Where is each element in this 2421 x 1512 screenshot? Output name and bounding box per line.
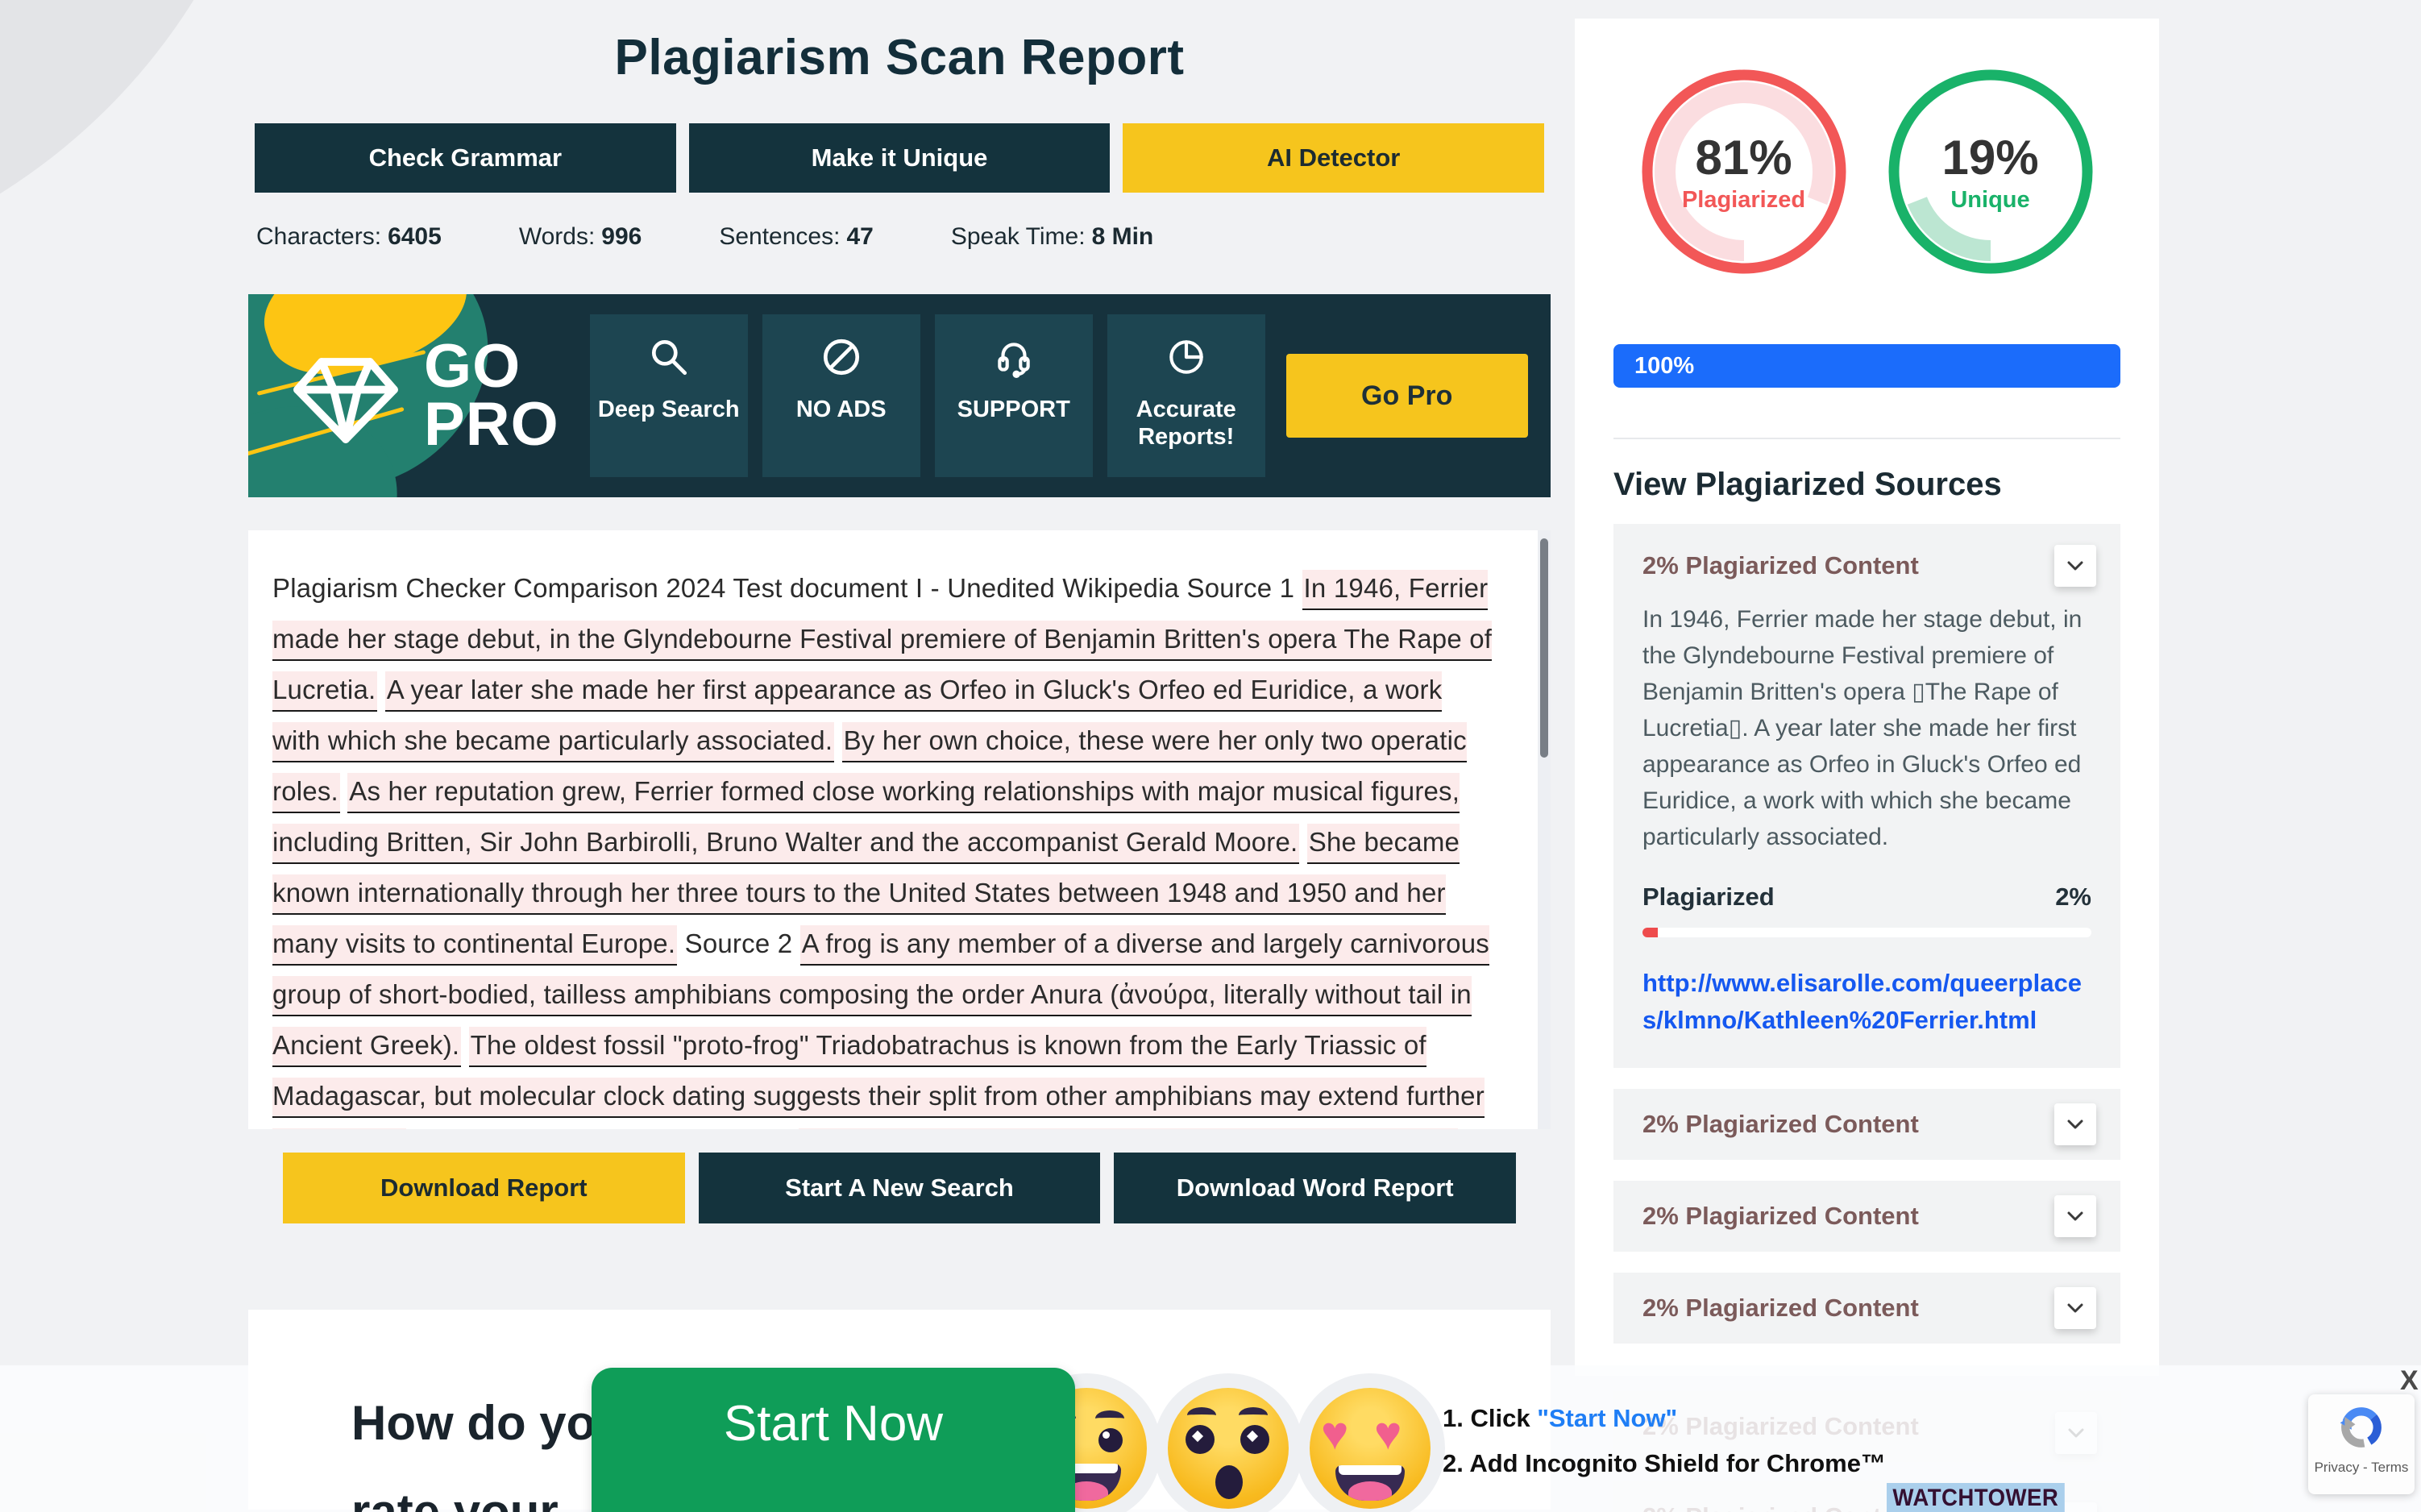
chevron-down-icon [2066, 1302, 2084, 1314]
divider [1613, 438, 2120, 439]
recaptcha-badge[interactable]: Privacy - Terms [2308, 1394, 2415, 1494]
plagiarism-report-page: Plagiarism Scan Report Check Grammar Mak… [0, 0, 2421, 1512]
stat-characters: Characters:6405 [256, 223, 442, 251]
go-pro-logo-text: GO PRO [424, 338, 559, 454]
go-pro-banner: GO PRO Deep Search NO ADS SUPPORT [248, 294, 1551, 497]
rating-heading: How do you rate your [351, 1379, 625, 1512]
stat-speak-time: Speak Time:8 Min [951, 223, 1153, 251]
close-icon[interactable]: X [2400, 1365, 2419, 1397]
chevron-down-icon [2066, 560, 2084, 571]
source-meta-label: Plagiarized [1642, 883, 1775, 912]
source-excerpt: In 1946, Ferrier made her stage debut, i… [1642, 601, 2094, 855]
start-now-link[interactable]: "Start Now" [1537, 1404, 1677, 1432]
report-actions-row: Download Report Start A New Search Downl… [283, 1153, 1516, 1223]
start-new-search-button[interactable]: Start A New Search [699, 1153, 1101, 1223]
recaptcha-icon [2336, 1402, 2386, 1452]
rating-promo-card: How do you rate your ♥ [248, 1310, 1551, 1510]
source-card-collapsed: 2% Plagiarized Content [1613, 1089, 2120, 1160]
stat-sentences: Sentences:47 [719, 223, 873, 251]
corner-decoration [0, 0, 286, 286]
source-meta-value: 2% [2055, 883, 2091, 912]
feature-accurate-reports: Accurate Reports! [1107, 314, 1265, 477]
document-scrollbar[interactable] [1538, 530, 1551, 1129]
sources-heading: View Plagiarized Sources [1613, 467, 2120, 503]
check-grammar-button[interactable]: Check Grammar [255, 123, 676, 193]
scrollbar-thumb[interactable] [1540, 538, 1548, 758]
unique-percent: 19% [1941, 130, 2038, 185]
ai-detector-button[interactable]: AI Detector [1123, 123, 1544, 193]
scan-progress-bar: 100% [1613, 344, 2120, 388]
headset-icon [992, 335, 1036, 379]
source-meta-row: Plagiarized 2% [1642, 883, 2091, 912]
no-ads-icon [820, 335, 863, 379]
plagiarized-text: Frogs are widely distributed, ranging fr… [272, 1128, 1458, 1129]
pro-features: Deep Search NO ADS SUPPORT Accurate Repo… [590, 314, 1265, 477]
source-card-title: 2% Plagiarized Content [1642, 551, 2091, 580]
astonished-face-emoji[interactable] [1168, 1388, 1289, 1509]
main-column: Plagiarism Scan Report Check Grammar Mak… [248, 0, 1551, 1510]
document-stats: Characters:6405 Words:996 Sentences:47 S… [256, 223, 1551, 251]
page-title: Plagiarism Scan Report [248, 29, 1551, 86]
pie-chart-icon [1165, 335, 1208, 379]
scanned-document-box: Plagiarism Checker Comparison 2024 Test … [248, 530, 1551, 1129]
stat-words: Words:996 [519, 223, 642, 251]
make-it-unique-button[interactable]: Make it Unique [689, 123, 1111, 193]
document-text: Plagiarism Checker Comparison 2024 Test … [272, 563, 1494, 1129]
unique-label: Unique [1950, 187, 2029, 214]
collapse-source-button[interactable] [2054, 545, 2096, 587]
top-actions-row: Check Grammar Make it Unique AI Detector [255, 123, 1544, 193]
search-icon [647, 335, 691, 379]
instruction-step-2: 2. Add Incognito Shield for Chrome™ [1443, 1449, 1886, 1478]
original-text: Plagiarism Checker Comparison 2024 Test … [272, 573, 1294, 603]
chevron-down-icon [2066, 1211, 2084, 1222]
expand-source-button[interactable] [2054, 1195, 2096, 1237]
feature-deep-search: Deep Search [590, 314, 748, 477]
download-word-report-button[interactable]: Download Word Report [1114, 1153, 1516, 1223]
score-gauges: 81% Plagiarized 19% Unique [1613, 65, 2120, 278]
source-card-expanded: 2% Plagiarized Content In 1946, Ferrier … [1613, 524, 2120, 1068]
feature-no-ads: NO ADS [762, 314, 920, 477]
plagiarized-label: Plagiarized [1682, 187, 1805, 214]
feature-support: SUPPORT [935, 314, 1093, 477]
expand-source-button[interactable] [2054, 1103, 2096, 1145]
source-card-collapsed: 2% Plagiarized Content [1613, 1273, 2120, 1344]
source-progress-fill [1642, 928, 1658, 937]
go-pro-button[interactable]: Go Pro [1286, 354, 1528, 438]
original-text: Source 2 [685, 928, 793, 958]
watchtower-logo: WATCHTOWER [1887, 1483, 2065, 1512]
results-sidebar: 81% Plagiarized 19% Unique 100% View Pla… [1575, 19, 2159, 1376]
progress-value: 100% [1634, 353, 1694, 380]
start-now-button[interactable]: Start Now [592, 1368, 1075, 1512]
expand-source-button[interactable] [2054, 1287, 2096, 1329]
download-report-button[interactable]: Download Report [283, 1153, 685, 1223]
plagiarized-text: As her reputation grew, Ferrier formed c… [272, 773, 1460, 864]
chevron-down-icon [2066, 1119, 2084, 1130]
recaptcha-caption: Privacy - Terms [2308, 1460, 2415, 1476]
plagiarized-percent: 81% [1695, 130, 1792, 185]
instruction-step-1: 1. Click "Start Now" [1443, 1404, 1677, 1433]
heart-eyes-emoji[interactable]: ♥ ♥ [1310, 1388, 1431, 1509]
source-card-collapsed: 2% Plagiarized Content [1613, 1181, 2120, 1252]
plagiarized-gauge: 81% Plagiarized [1638, 65, 1850, 278]
diamond-icon [285, 335, 406, 456]
unique-gauge: 19% Unique [1884, 65, 2097, 278]
source-progress-track [1642, 928, 2091, 937]
source-url-link[interactable]: http://www.elisarolle.com/queerplaces/kl… [1642, 965, 2091, 1039]
